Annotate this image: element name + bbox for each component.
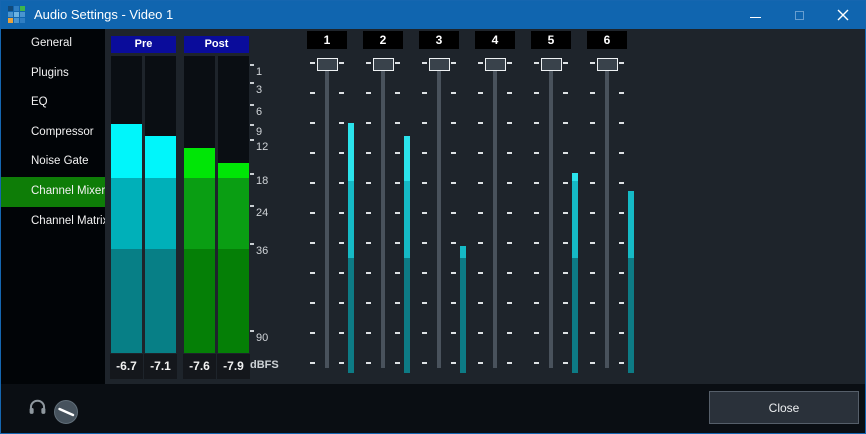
sidebar-item-channel-matrix[interactable]: Channel Matrix (1, 207, 105, 237)
maximize-button (777, 1, 821, 29)
headphones-icon (28, 398, 47, 415)
channel-2-slider-handle[interactable] (373, 58, 394, 71)
close-button[interactable]: Close (709, 391, 859, 424)
sidebar-item-plugins[interactable]: Plugins (1, 59, 105, 89)
channel-4-slider-track[interactable] (493, 59, 497, 368)
main-panel (105, 29, 866, 384)
channel-5-slider-handle[interactable] (541, 58, 562, 71)
sidebar-item-channel-mixer[interactable]: Channel Mixer (1, 177, 105, 207)
minimize-icon (750, 17, 761, 18)
logo-square-3 (8, 12, 13, 17)
channel-3-slider-track[interactable] (437, 59, 441, 368)
audio-settings-window: Audio Settings - Video 1 GeneralPluginsE… (0, 0, 866, 434)
sidebar-item-eq[interactable]: EQ (1, 88, 105, 118)
window-controls (733, 1, 865, 29)
logo-square-4 (14, 12, 19, 17)
logo-square-0 (8, 6, 13, 11)
channel-3-slider-handle[interactable] (429, 58, 450, 71)
channel-4-slider-handle[interactable] (485, 58, 506, 71)
sidebar-item-general[interactable]: General (1, 29, 105, 59)
channel-1-slider-track[interactable] (325, 59, 329, 368)
logo-square-5 (20, 12, 25, 17)
close-window-button[interactable] (821, 1, 865, 29)
sidebar-item-noise-gate[interactable]: Noise Gate (1, 147, 105, 177)
logo-square-7 (14, 18, 19, 23)
maximize-icon (795, 11, 804, 20)
minimize-button[interactable] (733, 1, 777, 29)
window-title: Audio Settings - Video 1 (34, 1, 173, 29)
sidebar: GeneralPluginsEQCompressorNoise GateChan… (1, 29, 105, 384)
logo-square-1 (14, 6, 19, 11)
logo-square-6 (8, 18, 13, 23)
footer-bar: Close (1, 384, 865, 434)
logo-square-2 (20, 6, 25, 11)
channel-6-slider-track[interactable] (605, 59, 609, 368)
channel-2-slider-track[interactable] (381, 59, 385, 368)
sidebar-item-compressor[interactable]: Compressor (1, 118, 105, 148)
close-icon (837, 9, 849, 21)
knob-indicator-icon (55, 401, 77, 423)
headphone-volume-knob[interactable] (54, 400, 78, 424)
app-logo-icon (8, 6, 27, 25)
channel-5-slider-track[interactable] (549, 59, 553, 368)
logo-square-8 (20, 18, 25, 23)
channel-1-slider-handle[interactable] (317, 58, 338, 71)
titlebar[interactable]: Audio Settings - Video 1 (1, 1, 865, 29)
channel-6-slider-handle[interactable] (597, 58, 618, 71)
